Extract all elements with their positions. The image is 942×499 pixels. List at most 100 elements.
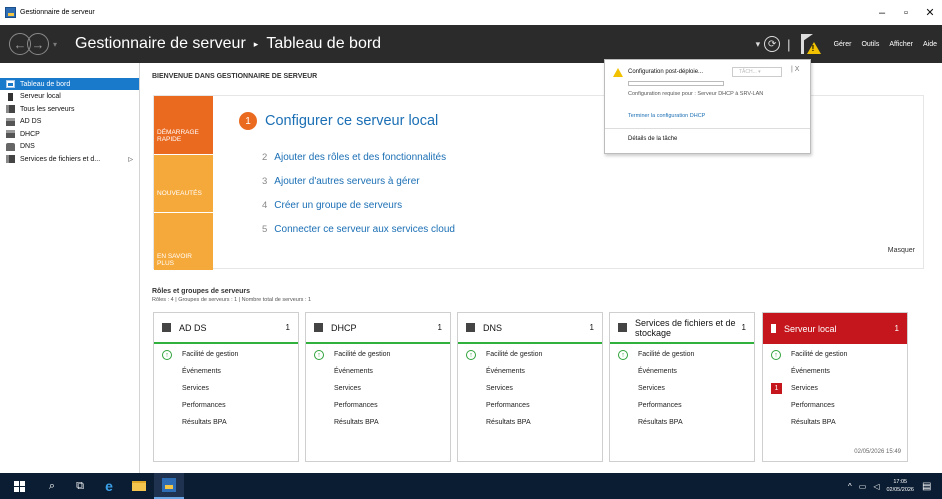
maximize-button[interactable]: ▫: [894, 0, 918, 25]
card-row-performance[interactable]: Performances: [306, 397, 450, 414]
role-card-header[interactable]: Services de fichiers et de stockage 1: [610, 313, 754, 344]
row-label: Événements: [486, 368, 525, 375]
card-row-bpa[interactable]: Résultats BPA: [458, 414, 602, 431]
role-card-local-server[interactable]: Serveur local 1 ↑ Facilité de gestion Évé…: [762, 312, 908, 462]
card-row-services[interactable]: Services: [306, 380, 450, 397]
card-row-manageability[interactable]: ↑ Facilité de gestion: [763, 346, 907, 363]
menu-help[interactable]: Aide: [923, 41, 937, 48]
sidebar-item-local-server[interactable]: Serveur local: [0, 91, 139, 103]
card-row-performance[interactable]: Performances: [763, 397, 907, 414]
task-dropdown[interactable]: TÂCH... ▾: [732, 67, 782, 77]
notification-close-button[interactable]: | X: [791, 66, 799, 73]
menu-tools[interactable]: Outils: [861, 41, 879, 48]
step-connect-cloud[interactable]: 5 Connecter ce serveur aux services clou…: [262, 224, 455, 235]
card-row-bpa[interactable]: Résultats BPA: [306, 414, 450, 431]
row-label: Événements: [182, 368, 221, 375]
card-row-performance[interactable]: Performances: [458, 397, 602, 414]
roles-section-title: Rôles et groupes de serveurs: [152, 288, 251, 295]
role-card-header[interactable]: DHCP 1: [306, 313, 450, 344]
role-card-header[interactable]: DNS 1: [458, 313, 602, 344]
file-explorer-icon[interactable]: [124, 473, 154, 499]
expand-arrow-icon[interactable]: ▷: [128, 156, 133, 163]
role-card-file-services[interactable]: Services de fichiers et de stockage 1 ↑ F…: [609, 312, 755, 462]
dns-icon: [6, 142, 15, 151]
nav-history-dropdown-icon[interactable]: ▾: [53, 40, 57, 49]
sidebar-item-all-servers[interactable]: Tous les serveurs: [0, 103, 139, 115]
card-row-performance[interactable]: Performances: [154, 397, 298, 414]
tile-quick-start[interactable]: DÉMARRAGE RAPIDE: [154, 96, 213, 154]
step-configure-local-server[interactable]: 1 Configurer ce serveur local: [239, 112, 438, 130]
card-row-services[interactable]: Services: [154, 380, 298, 397]
hide-welcome-link[interactable]: Masquer: [888, 247, 915, 254]
tile-whats-new[interactable]: NOUVEAUTÉS: [154, 154, 213, 212]
card-row-services[interactable]: Services: [458, 380, 602, 397]
row-label: Facilité de gestion: [638, 351, 695, 358]
dhcp-icon: [6, 130, 15, 138]
role-card-ad-ds[interactable]: AD DS 1 ↑ Facilité de gestion Événements …: [153, 312, 299, 462]
card-row-manageability[interactable]: ↑ Facilité de gestion: [610, 346, 754, 363]
role-card-dhcp[interactable]: DHCP 1 ↑ Facilité de gestion Événements S…: [305, 312, 451, 462]
role-card-header[interactable]: Serveur local 1: [763, 313, 907, 344]
header-actions: ▾⟳ | Gérer Outils Afficher Aide: [756, 25, 942, 63]
sidebar-item-dhcp[interactable]: DHCP: [0, 128, 139, 140]
card-row-services[interactable]: 1 Services: [763, 380, 907, 397]
minimize-button[interactable]: –: [870, 0, 894, 25]
card-row-events[interactable]: Événements: [154, 363, 298, 380]
card-row-bpa[interactable]: Résultats BPA: [610, 414, 754, 431]
step-number: 3: [262, 176, 268, 187]
complete-dhcp-config-link[interactable]: Terminer la configuration DHCP: [628, 113, 705, 119]
card-row-services[interactable]: Services: [610, 380, 754, 397]
role-card-count: 1: [437, 323, 442, 332]
card-row-events[interactable]: Événements: [458, 363, 602, 380]
role-card-count: 1: [741, 323, 746, 332]
action-center-icon[interactable]: ▤: [922, 481, 938, 492]
card-row-bpa[interactable]: Résultats BPA: [154, 414, 298, 431]
notifications-flag-icon[interactable]: [798, 31, 821, 57]
card-row-manageability[interactable]: ↑ Facilité de gestion: [154, 346, 298, 363]
card-row-bpa[interactable]: Résultats BPA: [763, 414, 907, 431]
step-add-servers[interactable]: 3 Ajouter d'autres serveurs à gérer: [262, 176, 420, 187]
task-view-icon[interactable]: ⧉: [66, 473, 94, 499]
menu-view[interactable]: Afficher: [889, 41, 913, 48]
tray-overflow-icon[interactable]: ^: [848, 482, 852, 491]
sidebar: Tableau de bord Serveur local Tous les s…: [0, 63, 140, 473]
refresh-button[interactable]: ▾ ⟳: [756, 36, 781, 52]
step-link: Connecter ce serveur aux services cloud: [274, 224, 455, 235]
sidebar-item-ad-ds[interactable]: AD DS: [0, 116, 139, 128]
sidebar-item-label: AD DS: [20, 118, 42, 125]
dashboard-icon: [6, 80, 15, 88]
step-add-roles[interactable]: 2 Ajouter des rôles et des fonctionnalit…: [262, 152, 446, 163]
role-card-dns[interactable]: DNS 1 ↑ Facilité de gestion Événements Se…: [457, 312, 603, 462]
status-ok-icon: ↑: [618, 350, 628, 360]
breadcrumb-page: Tableau de bord: [266, 35, 382, 52]
window-controls: – ▫ ✕: [870, 0, 942, 25]
tile-learn-more[interactable]: EN SAVOIR PLUS: [154, 212, 213, 270]
card-row-manageability[interactable]: ↑ Facilité de gestion: [458, 346, 602, 363]
internet-explorer-icon[interactable]: e: [94, 473, 124, 499]
card-row-performance[interactable]: Performances: [610, 397, 754, 414]
step-create-group[interactable]: 4 Créer un groupe de serveurs: [262, 200, 402, 211]
forward-arrow-icon[interactable]: →: [27, 33, 49, 55]
clock-date: 02/05/2026: [886, 487, 914, 493]
windows-logo-icon: [13, 480, 25, 492]
dns-icon: [466, 323, 475, 332]
volume-icon[interactable]: ◁: [873, 482, 879, 491]
close-window-button[interactable]: ✕: [918, 0, 942, 25]
card-row-events[interactable]: Événements: [763, 363, 907, 380]
role-card-header[interactable]: AD DS 1: [154, 313, 298, 344]
card-row-events[interactable]: Événements: [306, 363, 450, 380]
network-icon[interactable]: ▭: [859, 482, 867, 491]
sidebar-item-dns[interactable]: DNS: [0, 141, 139, 153]
clock[interactable]: 17:05 02/05/2026: [886, 478, 914, 494]
sidebar-item-file-services[interactable]: Services de fichiers et d... ▷: [0, 153, 139, 165]
sidebar-item-dashboard[interactable]: Tableau de bord: [0, 78, 139, 90]
start-button[interactable]: [0, 473, 38, 499]
card-row-events[interactable]: Événements: [610, 363, 754, 380]
card-row-manageability[interactable]: ↑ Facilité de gestion: [306, 346, 450, 363]
system-tray: ^ ▭ ◁ 17:05 02/05/2026 ▤: [848, 473, 942, 499]
task-details-link[interactable]: Détails de la tâche: [628, 136, 677, 142]
menu-manage[interactable]: Gérer: [834, 41, 852, 48]
search-icon[interactable]: ⌕: [38, 473, 66, 499]
server-manager-taskbar-icon[interactable]: [154, 473, 184, 499]
welcome-title: BIENVENUE DANS GESTIONNAIRE DE SERVEUR: [152, 73, 318, 80]
